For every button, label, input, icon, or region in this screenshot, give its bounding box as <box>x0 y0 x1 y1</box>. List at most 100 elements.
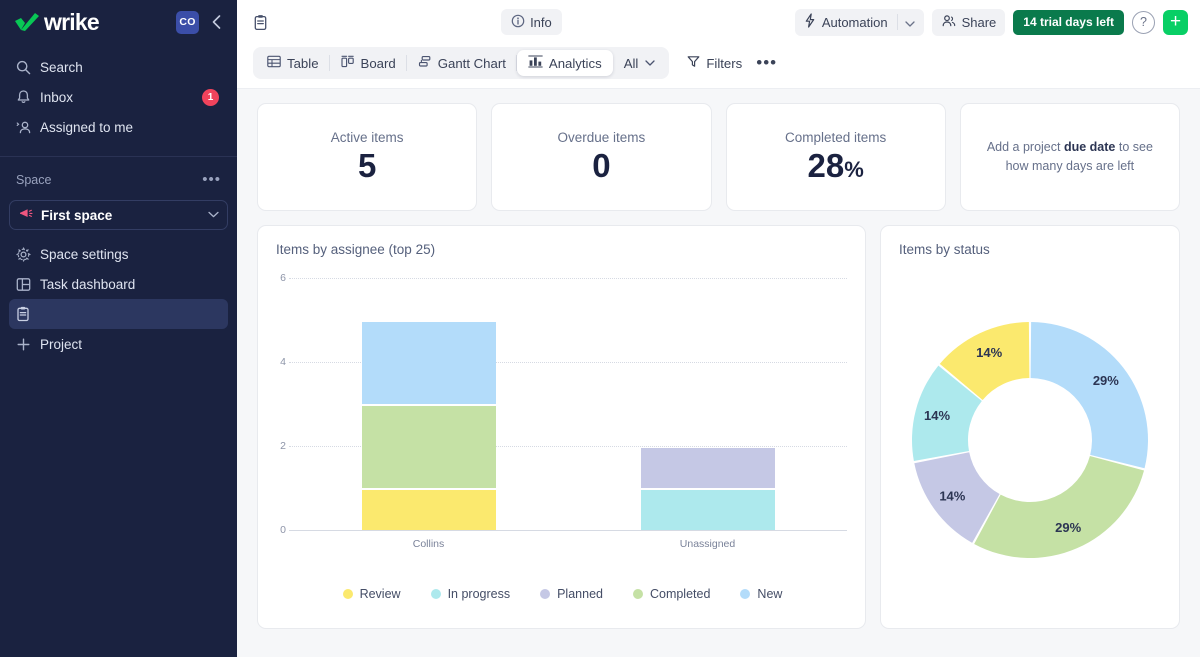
filters-label: Filters <box>706 55 743 71</box>
sidebar-divider <box>0 156 237 157</box>
chevron-down-icon <box>208 210 219 221</box>
tab-label: Board <box>360 55 396 71</box>
bar-segment[interactable] <box>640 448 775 488</box>
donut-slice-label: 29% <box>1093 373 1119 388</box>
donut-slice[interactable] <box>974 455 1145 558</box>
sidebar-item-space-settings[interactable]: Space settings <box>9 239 228 269</box>
sidebar-space-nav: Space settings Task dashboard Project <box>0 239 237 359</box>
sidebar-item-current-project[interactable] <box>9 299 228 329</box>
charts-row: Items by assignee (top 25) 0 2 4 6 Collins Un… <box>257 225 1180 629</box>
table-icon <box>267 55 281 71</box>
tab-label: Analytics <box>548 55 602 71</box>
legend-item[interactable]: Planned <box>540 587 603 601</box>
y-axis-tick: 6 <box>280 272 286 284</box>
inbox-badge: 1 <box>202 88 219 106</box>
tab-board[interactable]: Board <box>330 50 407 76</box>
trial-badge[interactable]: 14 trial days left <box>1013 9 1124 35</box>
kpi-label: Active items <box>330 129 404 145</box>
bell-icon <box>16 88 36 106</box>
kpi-label: Completed items <box>784 129 887 145</box>
funnel-icon <box>687 55 700 71</box>
legend-label: Planned <box>557 587 603 601</box>
legend-item[interactable]: New <box>740 587 782 601</box>
kpi-card-active-items: Active items 5 <box>257 103 478 211</box>
chart-card-items-by-assignee: Items by assignee (top 25) 0 2 4 6 Collins Un… <box>257 225 866 629</box>
view-tabs: Table Board Gantt Chart Analytics All <box>253 47 670 79</box>
hint-bold: due date <box>1063 140 1116 155</box>
legend-item[interactable]: Completed <box>632 587 711 601</box>
donut-slice-label: 29% <box>1055 520 1081 535</box>
plus-icon <box>16 335 36 353</box>
sidebar-space-section-header: Space ••• <box>16 165 221 195</box>
gear-icon <box>16 245 36 263</box>
bar-stack[interactable] <box>361 260 496 530</box>
avatar[interactable]: CO <box>176 10 199 34</box>
view-more-icon[interactable]: ••• <box>756 54 777 71</box>
analytics-content: Active items 5 Overdue items 0 Completed… <box>237 89 1200 657</box>
legend-item[interactable]: Review <box>342 587 401 601</box>
space-selector[interactable]: First space <box>9 200 228 230</box>
automation-button[interactable]: Automation <box>794 8 924 36</box>
tab-gantt-chart[interactable]: Gantt Chart <box>407 50 518 76</box>
sidebar-header: wrike CO <box>0 0 237 44</box>
sidebar-item-search[interactable]: Search <box>9 52 228 82</box>
sidebar-item-add-project[interactable]: Project <box>9 329 228 359</box>
tab-analytics[interactable]: Analytics <box>516 50 613 76</box>
bar-segment[interactable] <box>640 490 775 530</box>
bar-chart-plot: 0 2 4 6 Collins Unassigned <box>258 260 867 590</box>
bar-segment[interactable] <box>361 406 496 488</box>
sidebar-item-label: Project <box>40 336 83 352</box>
bar-segment[interactable] <box>361 490 496 530</box>
topbar-center: Info <box>268 9 795 35</box>
sidebar-item-label: Assigned to me <box>40 119 134 135</box>
add-button[interactable]: + <box>1163 9 1188 35</box>
donut-slice-label: 14% <box>939 488 965 503</box>
x-axis-label: Unassigned <box>679 538 736 550</box>
analytics-icon <box>528 55 543 71</box>
kpi-row: Active items 5 Overdue items 0 Completed… <box>257 103 1180 211</box>
filters-button[interactable]: Filters <box>687 55 742 71</box>
bolt-icon <box>804 13 816 31</box>
sidebar-primary-nav: Search Inbox 1 Assigned to me <box>0 52 237 142</box>
tab-table[interactable]: Table <box>256 50 330 76</box>
y-axis-tick: 2 <box>280 440 286 452</box>
help-icon[interactable]: ? <box>1132 10 1155 34</box>
main-area: Info Automation Share 14 trial days left… <box>237 0 1200 657</box>
wrike-logo[interactable]: wrike <box>14 9 168 36</box>
automation-label: Automation <box>821 14 888 30</box>
legend-label: Completed <box>649 587 711 601</box>
tab-all[interactable]: All <box>613 50 667 76</box>
kpi-card-due-date-hint: Add a project due date to see how many d… <box>959 103 1180 211</box>
donut-slice-label: 14% <box>924 408 950 423</box>
share-button[interactable]: Share <box>931 8 1006 36</box>
chevron-left-icon[interactable] <box>207 11 225 33</box>
donut-slice[interactable] <box>1030 321 1148 468</box>
sidebar-item-label: Space settings <box>40 246 129 262</box>
chevron-down-icon <box>904 15 915 30</box>
legend-item[interactable]: In progress <box>430 587 511 601</box>
tab-label: Table <box>287 55 319 71</box>
chart-title: Items by assignee (top 25) <box>276 242 436 257</box>
kpi-card-overdue-items: Overdue items 0 <box>491 103 712 211</box>
share-label: Share <box>961 14 997 30</box>
legend-swatch <box>540 589 551 599</box>
sidebar-item-assigned-to-me[interactable]: Assigned to me <box>9 112 228 142</box>
kpi-number: 28 <box>807 146 845 184</box>
space-section-title: Space <box>16 173 52 187</box>
sidebar-item-task-dashboard[interactable]: Task dashboard <box>9 269 228 299</box>
info-button[interactable]: Info <box>501 9 562 35</box>
kpi-card-completed-items: Completed items 28% <box>725 103 946 211</box>
legend-label: In progress <box>447 587 511 601</box>
user-check-icon <box>16 118 36 136</box>
donut-slice-label: 14% <box>976 345 1002 360</box>
chevron-down-icon <box>645 58 655 68</box>
sidebar-item-label: Inbox <box>40 89 74 105</box>
wrike-check-icon <box>14 12 40 32</box>
hint-before: Add a project <box>986 140 1064 155</box>
sidebar-item-inbox[interactable]: Inbox 1 <box>9 82 228 112</box>
bar-stack[interactable] <box>640 260 775 530</box>
megaphone-icon <box>19 207 33 223</box>
kpi-suffix: % <box>844 156 864 182</box>
space-more-icon[interactable]: ••• <box>202 172 221 187</box>
bar-segment[interactable] <box>361 322 496 404</box>
